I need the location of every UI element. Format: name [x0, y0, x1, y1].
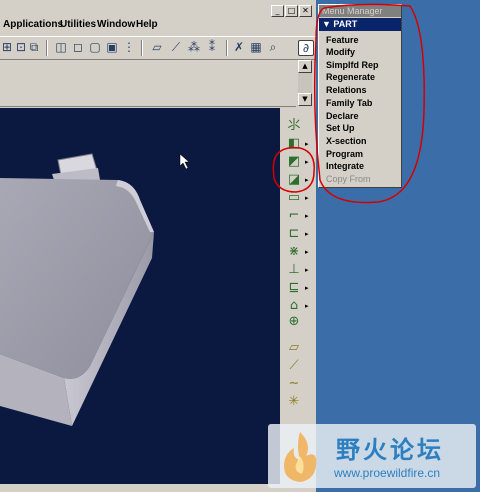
- datum-csys-icon[interactable]: ⁑: [205, 40, 219, 54]
- menu-item-x-section[interactable]: X-section: [326, 135, 367, 147]
- part-model: [0, 153, 190, 426]
- menu-item-regenerate[interactable]: Regenerate: [326, 71, 375, 83]
- scroll-up-icon[interactable]: ▲: [298, 60, 312, 73]
- refit-icon[interactable]: ▢: [88, 40, 102, 54]
- zoom-area-icon[interactable]: ⧉: [27, 40, 41, 54]
- sketch-spline-icon[interactable]: ∼: [286, 376, 302, 392]
- sweep-icon[interactable]: ◪: [286, 172, 302, 188]
- wall-icon[interactable]: ⊏: [286, 226, 302, 242]
- watermark-logo: 野火论坛 www.proewildfire.cn: [268, 424, 476, 488]
- menu-help[interactable]: Help: [136, 19, 158, 30]
- filter-icon[interactable]: ▦: [249, 40, 263, 54]
- menu-header-label: PART: [333, 19, 358, 29]
- graphics-window[interactable]: [0, 108, 280, 484]
- rip-icon[interactable]: ⊕: [286, 314, 302, 330]
- flyout-arrow-icon[interactable]: ▸: [305, 176, 309, 184]
- message-scrollbar[interactable]: ▲ ▼: [298, 60, 312, 106]
- flyout-arrow-icon[interactable]: ▸: [305, 284, 309, 292]
- flyout-arrow-icon[interactable]: ▸: [305, 266, 309, 274]
- sketch-line-icon[interactable]: ▱: [286, 340, 302, 356]
- sketch-arc-icon[interactable]: ⟋: [286, 358, 302, 374]
- menu-item-integrate[interactable]: Integrate: [326, 160, 364, 172]
- bend-icon[interactable]: ⋇: [286, 244, 302, 260]
- view-side-icon[interactable]: ◻: [71, 40, 85, 54]
- scroll-down-icon[interactable]: ▼: [298, 93, 312, 106]
- menu-utilities[interactable]: Utilities: [60, 19, 96, 30]
- flyout-arrow-icon[interactable]: ▸: [305, 194, 309, 202]
- menubar: Applications Utilities Window Help: [0, 16, 316, 36]
- menu-item-feature[interactable]: Feature: [326, 34, 359, 46]
- menu-item-simplfd-rep[interactable]: Simplfd Rep: [326, 59, 379, 71]
- search-icon[interactable]: ⌕: [266, 40, 280, 54]
- menu-manager-title: Menu Manager: [319, 5, 401, 17]
- select-icon[interactable]: ✗: [232, 40, 246, 54]
- sketch-point-icon[interactable]: ✳: [286, 394, 302, 410]
- main-toolbar: ⊞ ⊡ ⧉ ◫ ◻ ▢ ▣ ⋮ ▱ ⟋ ⁂ ⁑ ✗ ▦ ⌕ ∂: [0, 36, 316, 60]
- menu-item-modify[interactable]: Modify: [326, 46, 355, 58]
- spin-icon[interactable]: ⊡: [14, 40, 28, 54]
- datum-axis-icon[interactable]: ⟋: [169, 40, 183, 54]
- shade-icon[interactable]: ▣: [105, 40, 119, 54]
- flyout-arrow-icon[interactable]: ▸: [305, 140, 309, 148]
- mouse-cursor-icon: [179, 153, 190, 170]
- flyout-arrow-icon[interactable]: ▸: [305, 212, 309, 220]
- flyout-arrow-icon[interactable]: ▸: [305, 158, 309, 166]
- revolve-icon[interactable]: ◩: [286, 154, 302, 170]
- menu-header-part[interactable]: ▼ PART: [319, 18, 401, 31]
- menu-applications[interactable]: Applications: [3, 19, 63, 30]
- datum-plane-icon[interactable]: ▱: [150, 40, 164, 54]
- blend-icon[interactable]: ▭: [286, 190, 302, 206]
- zoom-icon[interactable]: ⊞: [0, 40, 14, 54]
- menu-manager: Menu Manager ▼ PART Feature Modify Simpl…: [318, 4, 402, 188]
- flyout-arrow-icon[interactable]: ▸: [305, 248, 309, 256]
- watermark-title: 野火论坛: [336, 436, 444, 464]
- form-icon[interactable]: ⊑: [286, 280, 302, 296]
- menu-item-relations[interactable]: Relations: [326, 84, 367, 96]
- menu-item-declare[interactable]: Declare: [326, 110, 359, 122]
- box-top-face: [0, 178, 154, 379]
- menu-item-family-tab[interactable]: Family Tab: [326, 97, 372, 109]
- flyout-arrow-icon[interactable]: ▸: [305, 230, 309, 238]
- flange-icon[interactable]: ⌐: [286, 208, 302, 224]
- flyout-arrow-icon[interactable]: ▸: [305, 302, 309, 310]
- extrude-icon[interactable]: ◧: [286, 136, 302, 152]
- menu-item-copy-from: Copy From: [326, 174, 371, 184]
- toolbar-divider: [141, 40, 143, 56]
- datum-point-icon[interactable]: ⁂: [187, 40, 201, 54]
- layer-icon[interactable]: ⋮: [122, 40, 136, 54]
- sketch-icon[interactable]: ∂: [298, 40, 314, 56]
- proe-main-window: _ □ ✕ Applications Utilities Window Help…: [0, 0, 316, 492]
- datum-display-icon[interactable]: ⺢: [286, 118, 302, 134]
- unbend-icon[interactable]: ⊥: [286, 262, 302, 278]
- punch-icon[interactable]: ⌂: [286, 298, 302, 314]
- flame-logo-icon: [284, 432, 317, 482]
- menu-item-program[interactable]: Program: [326, 148, 363, 160]
- message-area: [0, 60, 296, 107]
- watermark-url: www.proewildfire.cn: [334, 466, 441, 480]
- toolbar-divider: [46, 40, 48, 56]
- menu-item-set-up[interactable]: Set Up: [326, 122, 355, 134]
- toolbar-divider: [226, 40, 228, 56]
- menu-window[interactable]: Window: [97, 19, 135, 30]
- view-front-icon[interactable]: ◫: [54, 40, 68, 54]
